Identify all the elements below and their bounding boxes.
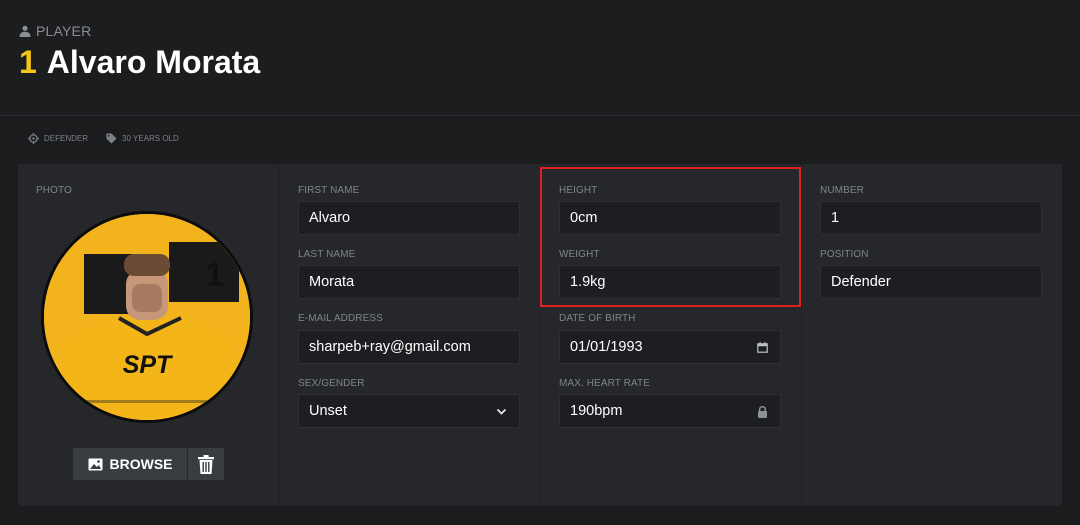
last-name-label: LAST NAME [298,249,356,260]
chevron-down-icon [496,395,507,428]
player-name: Alvaro Morata [46,44,261,80]
highlight-box [540,167,801,307]
position-label: POSITION [820,249,869,260]
page-title: 1 Alvaro Morata [19,44,260,81]
jersey-text: SPT [123,351,174,379]
position-value: Defender [831,274,891,290]
browse-label: BROWSE [109,456,173,472]
first-name-label: FIRST NAME [298,185,360,196]
player-photo: 1 SPT [41,211,253,423]
email-field[interactable]: sharpeb+ray@gmail.com [298,330,520,364]
header-divider [0,115,1080,116]
sex-label: SEX/GENDER [298,378,365,389]
image-icon [88,458,102,470]
photo-label: PHOTO [36,185,72,196]
sex-value: Unset [309,403,347,419]
browse-button[interactable]: BROWSE [73,448,187,480]
dob-field[interactable]: 01/01/1993 [559,330,781,364]
page-kicker: PLAYER [19,23,91,39]
heart-rate-field: 190bpm [559,394,781,428]
email-label: E-MAIL ADDRESS [298,313,383,324]
jersey-number: 1 [205,256,224,294]
tag-age: 30 YEARS OLD [106,133,179,144]
player-tags: DEFENDER 30 YEARS OLD [28,133,179,144]
heart-rate-value: 190bpm [570,403,623,419]
identity-column: FIRST NAME Alvaro LAST NAME Morata E-MAI… [279,164,541,506]
calendar-icon[interactable] [757,331,768,364]
player-photo-image: 1 SPT [44,214,250,420]
dob-value: 01/01/1993 [570,339,643,355]
number-field[interactable]: 1 [820,201,1042,235]
sex-select[interactable]: Unset [298,394,520,428]
photo-column: PHOTO 1 SPT BROWSE [18,164,280,506]
first-name-value: Alvaro [309,210,351,226]
number-label: NUMBER [820,185,864,196]
kicker-label: PLAYER [36,23,92,39]
crosshair-icon [28,133,39,144]
tag-position: DEFENDER [28,133,88,144]
tag-label: 30 YEARS OLD [122,134,179,143]
heart-rate-label: MAX. HEART RATE [559,378,650,389]
email-value: sharpeb+ray@gmail.com [309,339,471,355]
position-field[interactable]: Defender [820,265,1042,299]
player-number: 1 [19,44,37,80]
trash-icon [198,454,214,474]
page-header: PLAYER 1 Alvaro Morata [0,0,1080,115]
tag-icon [106,133,117,144]
first-name-field[interactable]: Alvaro [298,201,520,235]
tag-label: DEFENDER [44,134,89,143]
number-value: 1 [831,210,840,226]
user-icon [19,25,31,37]
team-column: NUMBER 1 POSITION Defender [801,164,1062,506]
delete-photo-button[interactable] [188,448,224,480]
dob-label: DATE OF BIRTH [559,313,636,324]
last-name-value: Morata [309,274,355,290]
lock-icon [757,395,768,428]
last-name-field[interactable]: Morata [298,265,520,299]
